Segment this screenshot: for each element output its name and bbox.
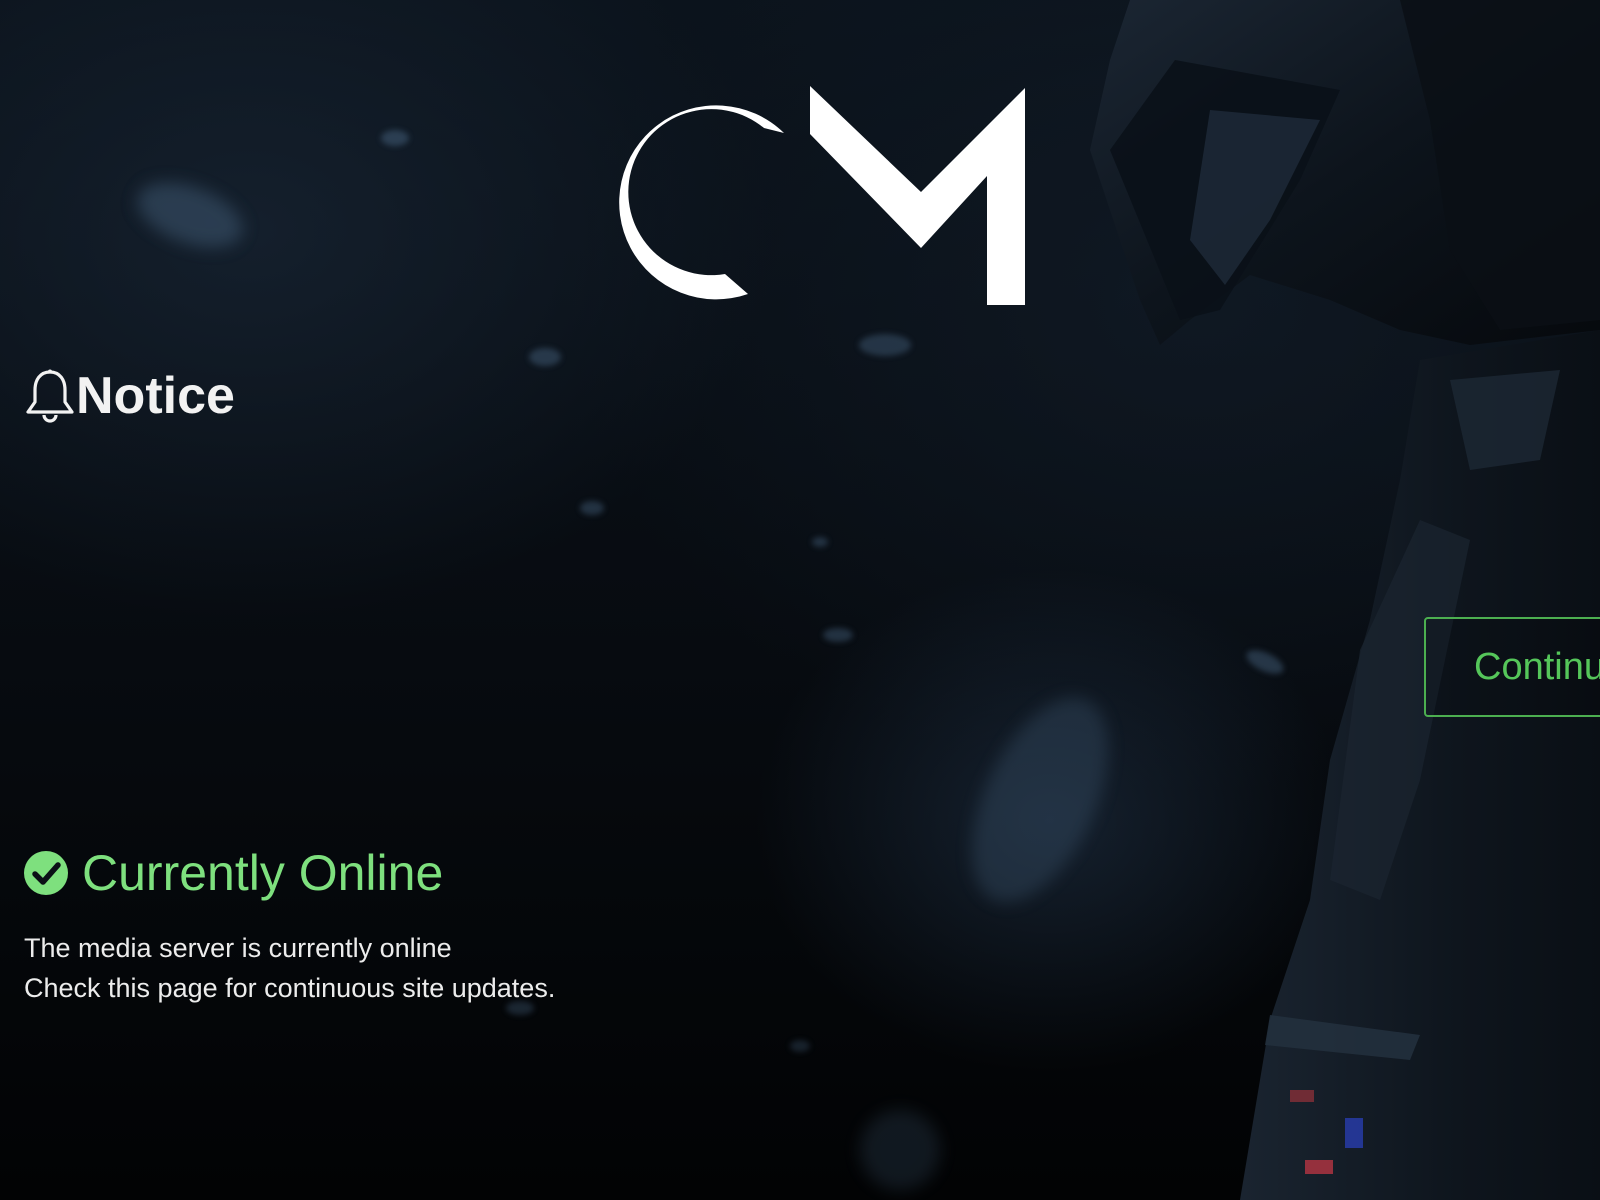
notice-title: Notice — [76, 367, 235, 425]
helmet-silhouette — [1090, 0, 1600, 1200]
cm-logo-icon — [619, 86, 1025, 305]
status-description: The media server is currently online Che… — [24, 928, 555, 1008]
status-line-2: Check this page for continuous site upda… — [24, 973, 556, 1003]
page-background: Notice Continue Currently Online The med… — [0, 0, 1600, 1200]
continue-button[interactable]: Continue — [1424, 617, 1600, 717]
bell-icon — [26, 369, 74, 423]
status-line-1: The media server is currently online — [24, 933, 452, 963]
check-circle-icon — [24, 851, 68, 895]
notice-heading: Notice — [24, 368, 235, 424]
status-title: Currently Online — [82, 845, 444, 901]
status-row: Currently Online — [24, 848, 443, 898]
